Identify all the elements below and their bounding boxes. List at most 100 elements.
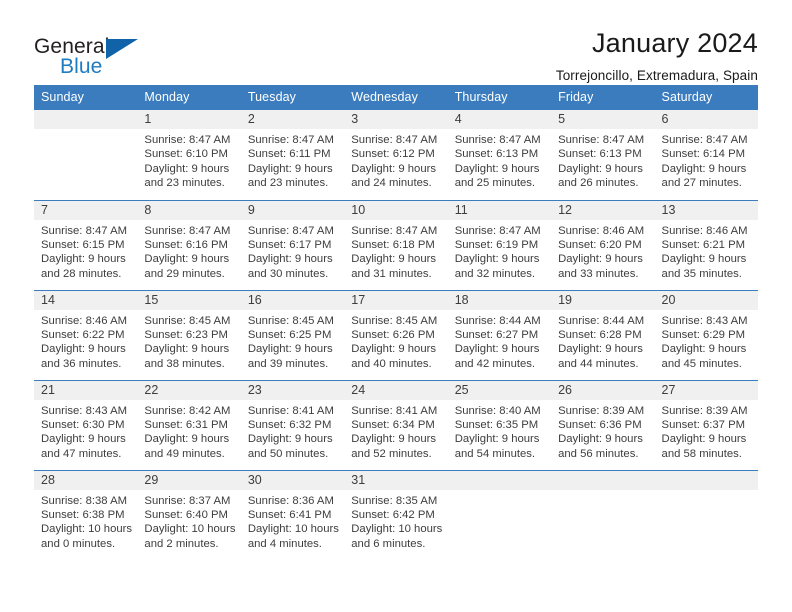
- day-number: 6: [654, 110, 758, 129]
- daylight-text-line1: Daylight: 9 hours: [661, 343, 747, 356]
- calendar-day-cell[interactable]: 23 Sunrise: 8:41 AM Sunset: 6:32 PM Dayligh…: [240, 379, 345, 470]
- general-blue-logo[interactable]: General Blue: [34, 28, 154, 78]
- calendar-day-cell[interactable]: 10 Sunrise: 8:47 AM Sunset: 6:18 PM Dayligh…: [344, 199, 448, 290]
- daylight-text-line1: Daylight: 9 hours: [247, 162, 333, 175]
- calendar-day-cell[interactable]: 7 Sunrise: 8:47 AM Sunset: 6:15 PM Daylight…: [34, 199, 138, 290]
- sunrise-text: Sunrise: 8:41 AM: [351, 404, 438, 417]
- sunrise-text: Sunrise: 8:47 AM: [41, 224, 128, 237]
- sunrise-text: Sunrise: 8:39 AM: [661, 404, 748, 417]
- sunset-text: Sunset: 6:19 PM: [454, 238, 539, 251]
- daylight-text-line2: and 56 minutes.: [558, 447, 639, 460]
- weekday-header-saturday: Saturday: [654, 85, 758, 110]
- day-details: Sunrise: 8:47 AM Sunset: 6:13 PM Daylight:…: [448, 129, 551, 191]
- calendar-day-cell[interactable]: 28 Sunrise: 8:38 AM Sunset: 6:38 PM Dayligh…: [34, 469, 138, 560]
- day-number: 13: [654, 200, 758, 220]
- sunrise-text: Sunrise: 8:43 AM: [661, 314, 748, 327]
- daylight-text-line1: Daylight: 9 hours: [144, 343, 230, 356]
- calendar-day-cell[interactable]: 24 Sunrise: 8:41 AM Sunset: 6:34 PM Dayligh…: [344, 379, 448, 470]
- day-details: Sunrise: 8:41 AM Sunset: 6:32 PM Daylight:…: [241, 400, 344, 462]
- sunset-text: Sunset: 6:32 PM: [247, 418, 332, 431]
- sunrise-text: Sunrise: 8:47 AM: [351, 224, 438, 237]
- triangle-mark-icon: [106, 39, 138, 59]
- calendar-week-row: 1 Sunrise: 8:47 AM Sunset: 6:10 PM Daylight…: [34, 110, 758, 200]
- daylight-text-line1: Daylight: 9 hours: [351, 343, 437, 356]
- day-number: 30: [240, 470, 345, 490]
- sunset-text: Sunset: 6:42 PM: [351, 508, 435, 521]
- sunset-text: Sunset: 6:34 PM: [351, 418, 435, 431]
- day-number: 12: [551, 200, 655, 220]
- day-number: 14: [34, 290, 138, 310]
- calendar-week-row: 14 Sunrise: 8:46 AM Sunset: 6:22 PM Dayligh…: [34, 289, 758, 380]
- calendar-day-cell[interactable]: 1 Sunrise: 8:47 AM Sunset: 6:10 PM Daylight…: [137, 110, 241, 200]
- sunrise-text: Sunrise: 8:46 AM: [661, 224, 748, 237]
- calendar-day-cell[interactable]: 16 Sunrise: 8:45 AM Sunset: 6:25 PM Dayligh…: [240, 289, 345, 380]
- calendar-day-cell[interactable]: 27 Sunrise: 8:39 AM Sunset: 6:37 PM Dayligh…: [654, 379, 758, 470]
- daylight-text-line1: Daylight: 9 hours: [41, 433, 126, 446]
- daylight-text-line2: and 26 minutes.: [558, 177, 639, 190]
- calendar-day-cell[interactable]: 18 Sunrise: 8:44 AM Sunset: 6:27 PM Dayligh…: [447, 289, 552, 380]
- calendar-day-cell[interactable]: 14 Sunrise: 8:46 AM Sunset: 6:22 PM Dayligh…: [34, 289, 138, 380]
- day-details: Sunrise: 8:37 AM Sunset: 6:40 PM Daylight:…: [137, 490, 240, 552]
- day-number: [654, 470, 758, 490]
- calendar-day-cell[interactable]: 5 Sunrise: 8:47 AM Sunset: 6:13 PM Daylight…: [551, 110, 655, 200]
- calendar-day-cell[interactable]: 25 Sunrise: 8:40 AM Sunset: 6:35 PM Dayligh…: [447, 379, 552, 470]
- calendar-day-cell[interactable]: 17 Sunrise: 8:45 AM Sunset: 6:26 PM Dayligh…: [344, 289, 448, 380]
- calendar-day-cell[interactable]: 21 Sunrise: 8:43 AM Sunset: 6:30 PM Dayligh…: [34, 379, 138, 470]
- daylight-text-line2: and 28 minutes.: [41, 267, 122, 280]
- calendar-day-cell[interactable]: 2 Sunrise: 8:47 AM Sunset: 6:11 PM Daylight…: [240, 110, 345, 200]
- daylight-text-line1: Daylight: 9 hours: [144, 253, 230, 266]
- calendar-day-cell[interactable]: 8 Sunrise: 8:47 AM Sunset: 6:16 PM Daylight…: [137, 199, 241, 290]
- calendar-day-cell[interactable]: 31 Sunrise: 8:35 AM Sunset: 6:42 PM Dayligh…: [344, 469, 448, 560]
- sunrise-text: Sunrise: 8:42 AM: [144, 404, 231, 417]
- day-details: Sunrise: 8:38 AM Sunset: 6:38 PM Daylight:…: [34, 490, 137, 552]
- day-number: 29: [137, 470, 241, 490]
- daylight-text-line2: and 58 minutes.: [661, 447, 742, 460]
- day-details: Sunrise: 8:39 AM Sunset: 6:37 PM Daylight:…: [655, 400, 758, 462]
- day-details: Sunrise: 8:45 AM Sunset: 6:25 PM Daylight:…: [241, 310, 344, 372]
- daylight-text-line2: and 49 minutes.: [144, 447, 225, 460]
- calendar-day-cell[interactable]: 6 Sunrise: 8:47 AM Sunset: 6:14 PM Daylight…: [654, 110, 758, 200]
- weekday-header-sunday: Sunday: [34, 85, 138, 110]
- calendar-day-cell[interactable]: 20 Sunrise: 8:43 AM Sunset: 6:29 PM Dayligh…: [654, 289, 758, 380]
- daylight-text-line1: Daylight: 10 hours: [144, 523, 236, 536]
- sunset-text: Sunset: 6:13 PM: [558, 148, 642, 161]
- calendar-day-cell[interactable]: 30 Sunrise: 8:36 AM Sunset: 6:41 PM Dayligh…: [240, 469, 345, 560]
- calendar-day-cell[interactable]: 29 Sunrise: 8:37 AM Sunset: 6:40 PM Dayligh…: [137, 469, 241, 560]
- daylight-text-line1: Daylight: 9 hours: [661, 433, 747, 446]
- daylight-text-line2: and 42 minutes.: [454, 357, 536, 370]
- daylight-text-line2: and 39 minutes.: [247, 357, 329, 370]
- sunset-text: Sunset: 6:27 PM: [454, 328, 539, 341]
- day-details: Sunrise: 8:47 AM Sunset: 6:15 PM Daylight:…: [34, 220, 137, 282]
- day-details: Sunrise: 8:46 AM Sunset: 6:20 PM Daylight:…: [551, 220, 654, 282]
- calendar-day-cell[interactable]: 26 Sunrise: 8:39 AM Sunset: 6:36 PM Dayligh…: [551, 379, 655, 470]
- daylight-text-line2: and 50 minutes.: [247, 447, 329, 460]
- daylight-text-line2: and 6 minutes.: [351, 537, 426, 550]
- daylight-text-line2: and 27 minutes.: [661, 177, 742, 190]
- day-details: Sunrise: 8:47 AM Sunset: 6:17 PM Daylight:…: [241, 220, 344, 282]
- calendar-day-cell[interactable]: 9 Sunrise: 8:47 AM Sunset: 6:17 PM Daylight…: [240, 199, 345, 290]
- day-number: 21: [34, 380, 138, 400]
- calendar-day-cell[interactable]: 19 Sunrise: 8:44 AM Sunset: 6:28 PM Dayligh…: [551, 289, 655, 380]
- calendar-day-cell[interactable]: 11 Sunrise: 8:47 AM Sunset: 6:19 PM Dayligh…: [447, 199, 552, 290]
- daylight-text-line2: and 30 minutes.: [247, 267, 329, 280]
- calendar-day-cell[interactable]: 22 Sunrise: 8:42 AM Sunset: 6:31 PM Dayligh…: [137, 379, 241, 470]
- day-details: Sunrise: 8:44 AM Sunset: 6:28 PM Daylight:…: [551, 310, 654, 372]
- calendar-week-row: 21 Sunrise: 8:43 AM Sunset: 6:30 PM Dayligh…: [34, 379, 758, 470]
- calendar-day-cell[interactable]: 13 Sunrise: 8:46 AM Sunset: 6:21 PM Dayligh…: [654, 199, 758, 290]
- day-details: Sunrise: 8:45 AM Sunset: 6:26 PM Daylight:…: [344, 310, 447, 372]
- day-number: 2: [240, 110, 345, 129]
- daylight-text-line1: Daylight: 10 hours: [41, 523, 133, 536]
- calendar-table: Sunday Monday Tuesday Wednesday Thursday Frid…: [34, 85, 758, 560]
- calendar-day-cell[interactable]: 3 Sunrise: 8:47 AM Sunset: 6:12 PM Daylight…: [344, 110, 448, 200]
- sunset-text: Sunset: 6:31 PM: [144, 418, 228, 431]
- sunrise-text: Sunrise: 8:35 AM: [351, 494, 438, 507]
- day-details: Sunrise: 8:41 AM Sunset: 6:34 PM Daylight:…: [344, 400, 447, 462]
- calendar-day-cell[interactable]: 15 Sunrise: 8:45 AM Sunset: 6:23 PM Dayligh…: [137, 289, 241, 380]
- calendar-day-cell-empty: [447, 469, 552, 560]
- sunrise-text: Sunrise: 8:39 AM: [558, 404, 645, 417]
- sunset-text: Sunset: 6:16 PM: [144, 238, 228, 251]
- calendar-day-cell[interactable]: 12 Sunrise: 8:46 AM Sunset: 6:20 PM Dayligh…: [551, 199, 655, 290]
- calendar-day-cell[interactable]: 4 Sunrise: 8:47 AM Sunset: 6:13 PM Daylight…: [447, 110, 552, 200]
- sunset-text: Sunset: 6:23 PM: [144, 328, 228, 341]
- weekday-header-monday: Monday: [137, 85, 241, 110]
